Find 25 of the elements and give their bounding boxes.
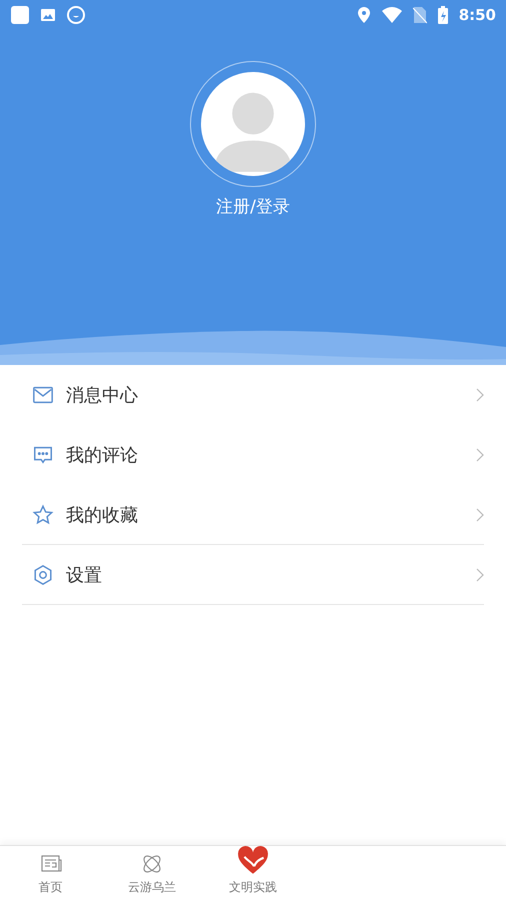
location-icon	[356, 6, 371, 24]
settings-icon	[32, 564, 54, 586]
menu-item[interactable]: 我的评论	[0, 425, 506, 485]
avatar-placeholder-icon[interactable]	[201, 72, 305, 176]
menu-item[interactable]: 消息中心	[0, 365, 506, 425]
heart-icon	[236, 846, 270, 876]
chevron-icon	[476, 448, 484, 462]
status-time: 8:50	[458, 6, 496, 24]
image-icon	[40, 7, 56, 23]
wifi-icon	[380, 6, 403, 24]
chevron-icon	[476, 508, 484, 522]
tab-item[interactable]: 文明实践	[202, 846, 304, 900]
no-sim-icon	[412, 6, 427, 24]
chevron-icon	[476, 568, 484, 582]
menu-item[interactable]: 我的收藏	[0, 485, 506, 545]
battery-icon	[436, 5, 449, 25]
notification-icon	[10, 5, 30, 25]
comment-icon	[32, 444, 54, 466]
menu-item[interactable]: 设置	[0, 545, 506, 605]
tab-item[interactable]: 首页	[0, 846, 102, 900]
smiley-icon	[66, 5, 86, 25]
mail-icon	[32, 384, 54, 406]
star-icon	[32, 504, 54, 526]
chevron-icon	[476, 388, 484, 402]
tab-item[interactable]: 云游乌兰	[101, 846, 202, 900]
